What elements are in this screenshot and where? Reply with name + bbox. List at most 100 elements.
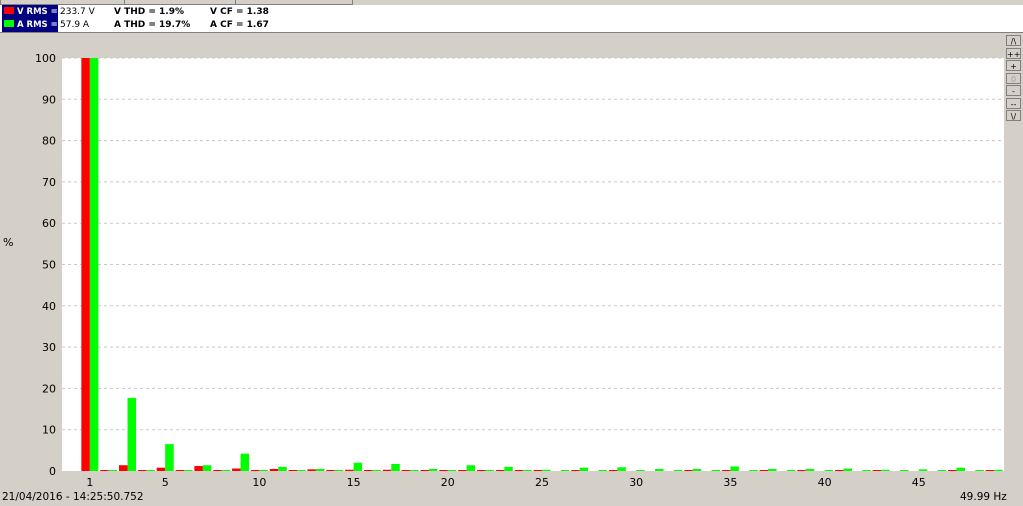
current-harmonic-bar-45 — [918, 469, 928, 471]
current-harmonic-bar-8 — [221, 470, 231, 471]
current-harmonic-bar-18 — [410, 470, 419, 471]
zoom-out-button[interactable]: - — [1006, 85, 1021, 96]
voltage-harmonic-bar-1 — [81, 58, 90, 471]
voltage-harmonic-bar-22 — [476, 470, 486, 471]
current-harmonic-bar-30 — [636, 470, 645, 471]
y-tick-label: 40 — [42, 300, 56, 313]
current-harmonic-bar-14 — [334, 470, 344, 471]
current-harmonic-bar-10 — [259, 470, 268, 471]
x-tick-label: 25 — [535, 476, 549, 489]
voltage-harmonic-bar-21 — [458, 470, 467, 471]
current-harmonic-bar-34 — [711, 470, 721, 471]
voltage-harmonic-bar-13 — [307, 469, 316, 471]
current-harmonic-bar-15 — [353, 462, 363, 471]
legend-box: V RMS = A RMS = — [2, 5, 58, 32]
voltage-harmonic-bar-16 — [363, 470, 373, 471]
zoom-out-more-button[interactable]: -- — [1006, 97, 1021, 109]
x-tick-label: 30 — [629, 476, 643, 489]
voltage-harmonic-bar-39 — [797, 470, 806, 471]
voltage-harmonic-bar-43 — [872, 470, 882, 471]
current-harmonic-bar-43 — [881, 469, 890, 471]
current-harmonic-bar-36 — [749, 470, 758, 471]
voltage-harmonic-bar-6 — [175, 470, 185, 471]
timestamp: 21/04/2016 - 14:25:50.752 — [2, 491, 144, 503]
voltage-harmonic-bar-23 — [495, 470, 505, 471]
current-harmonic-bar-41 — [843, 468, 852, 471]
a-rms-value: 57.9 A — [60, 20, 90, 30]
legend-v-rms: V RMS = — [4, 6, 58, 18]
y-tick-label: 80 — [42, 135, 56, 148]
current-harmonic-bar-24 — [523, 470, 532, 471]
current-harmonic-bar-16 — [372, 470, 381, 471]
current-harmonic-bar-33 — [692, 468, 702, 471]
x-tick-label: 15 — [347, 476, 361, 489]
harmonics-bar-chart: 0102030405060708090100%1 5 10 15 20 25 30 35 40 4… — [3, 52, 1004, 489]
y-axis-label: % — [3, 236, 13, 249]
current-harmonic-bar-11 — [278, 466, 287, 471]
legend-a-rms: A RMS = — [4, 19, 58, 31]
zoom-max-button[interactable]: /\ — [1006, 35, 1021, 46]
current-harmonic-bar-44 — [899, 470, 909, 471]
v-rms-value: 233.7 V — [60, 7, 95, 17]
current-harmonic-bar-4 — [146, 470, 155, 471]
voltage-harmonic-bar-15 — [345, 469, 354, 471]
y-tick-label: 50 — [42, 259, 56, 272]
current-harmonic-bar-13 — [315, 468, 325, 471]
voltage-harmonic-bar-49 — [985, 470, 995, 471]
current-harmonic-bar-20 — [447, 470, 457, 471]
a-cf-value: A CF = 1.67 — [210, 20, 269, 30]
current-harmonic-bar-7 — [202, 465, 212, 471]
y-tick-label: 0 — [49, 465, 56, 478]
x-tick-label: 10 — [252, 476, 266, 489]
voltage-harmonic-bar-9 — [232, 468, 241, 471]
zoom-reset-button[interactable]: 0 — [1006, 72, 1021, 84]
y-tick-label: 30 — [42, 341, 56, 354]
current-harmonic-bar-38 — [786, 470, 796, 471]
voltage-harmonic-bar-11 — [269, 468, 279, 471]
x-tick-label: 45 — [912, 476, 926, 489]
current-harmonic-bar-26 — [560, 470, 570, 471]
y-tick-label: 100 — [35, 52, 56, 65]
voltage-harmonic-bar-47 — [947, 470, 957, 471]
current-harmonic-bar-9 — [240, 453, 250, 471]
frequency-readout: 49.99 Hz — [960, 491, 1007, 503]
v-cf-value: V CF = 1.38 — [210, 7, 269, 17]
voltage-color-swatch — [4, 7, 14, 14]
y-tick-label: 70 — [42, 176, 56, 189]
current-harmonic-bar-23 — [504, 466, 513, 471]
voltage-harmonic-bar-35 — [721, 470, 731, 471]
x-tick-label: 35 — [723, 476, 737, 489]
current-harmonic-bar-35 — [730, 466, 739, 471]
voltage-harmonic-bar-37 — [759, 470, 769, 471]
y-tick-label: 10 — [42, 424, 56, 437]
voltage-harmonic-bar-14 — [326, 470, 335, 471]
current-harmonic-bar-42 — [862, 470, 871, 471]
current-harmonic-bar-37 — [768, 468, 777, 471]
voltage-harmonic-bar-7 — [194, 466, 203, 471]
current-harmonic-bar-40 — [824, 470, 834, 471]
current-harmonic-bar-48 — [975, 470, 984, 471]
current-harmonic-bar-39 — [805, 468, 815, 471]
voltage-harmonic-bar-24 — [514, 470, 524, 471]
voltage-harmonic-bar-4 — [137, 470, 147, 471]
x-tick-label: 20 — [441, 476, 455, 489]
current-harmonic-bar-47 — [956, 467, 965, 471]
x-tick-label: 40 — [818, 476, 832, 489]
current-harmonic-bar-2 — [108, 470, 118, 471]
zoom-in-more-button[interactable]: ++ — [1006, 47, 1021, 59]
current-harmonic-bar-3 — [127, 397, 137, 471]
voltage-harmonic-bar-12 — [288, 470, 298, 471]
voltage-harmonic-bar-8 — [213, 470, 222, 471]
current-harmonic-bar-21 — [466, 465, 476, 471]
voltage-harmonic-bar-20 — [439, 470, 448, 471]
zoom-in-button[interactable]: + — [1006, 60, 1021, 71]
voltage-harmonic-bar-19 — [420, 470, 429, 471]
voltage-harmonic-bar-25 — [533, 470, 542, 471]
current-harmonic-bar-22 — [485, 470, 494, 471]
voltage-harmonic-bar-27 — [571, 470, 580, 471]
zoom-min-button[interactable]: \/ — [1006, 110, 1021, 121]
current-harmonic-bar-28 — [598, 470, 608, 471]
voltage-harmonic-bar-18 — [401, 470, 411, 471]
voltage-harmonic-bar-2 — [100, 470, 109, 471]
y-tick-label: 60 — [42, 217, 56, 230]
